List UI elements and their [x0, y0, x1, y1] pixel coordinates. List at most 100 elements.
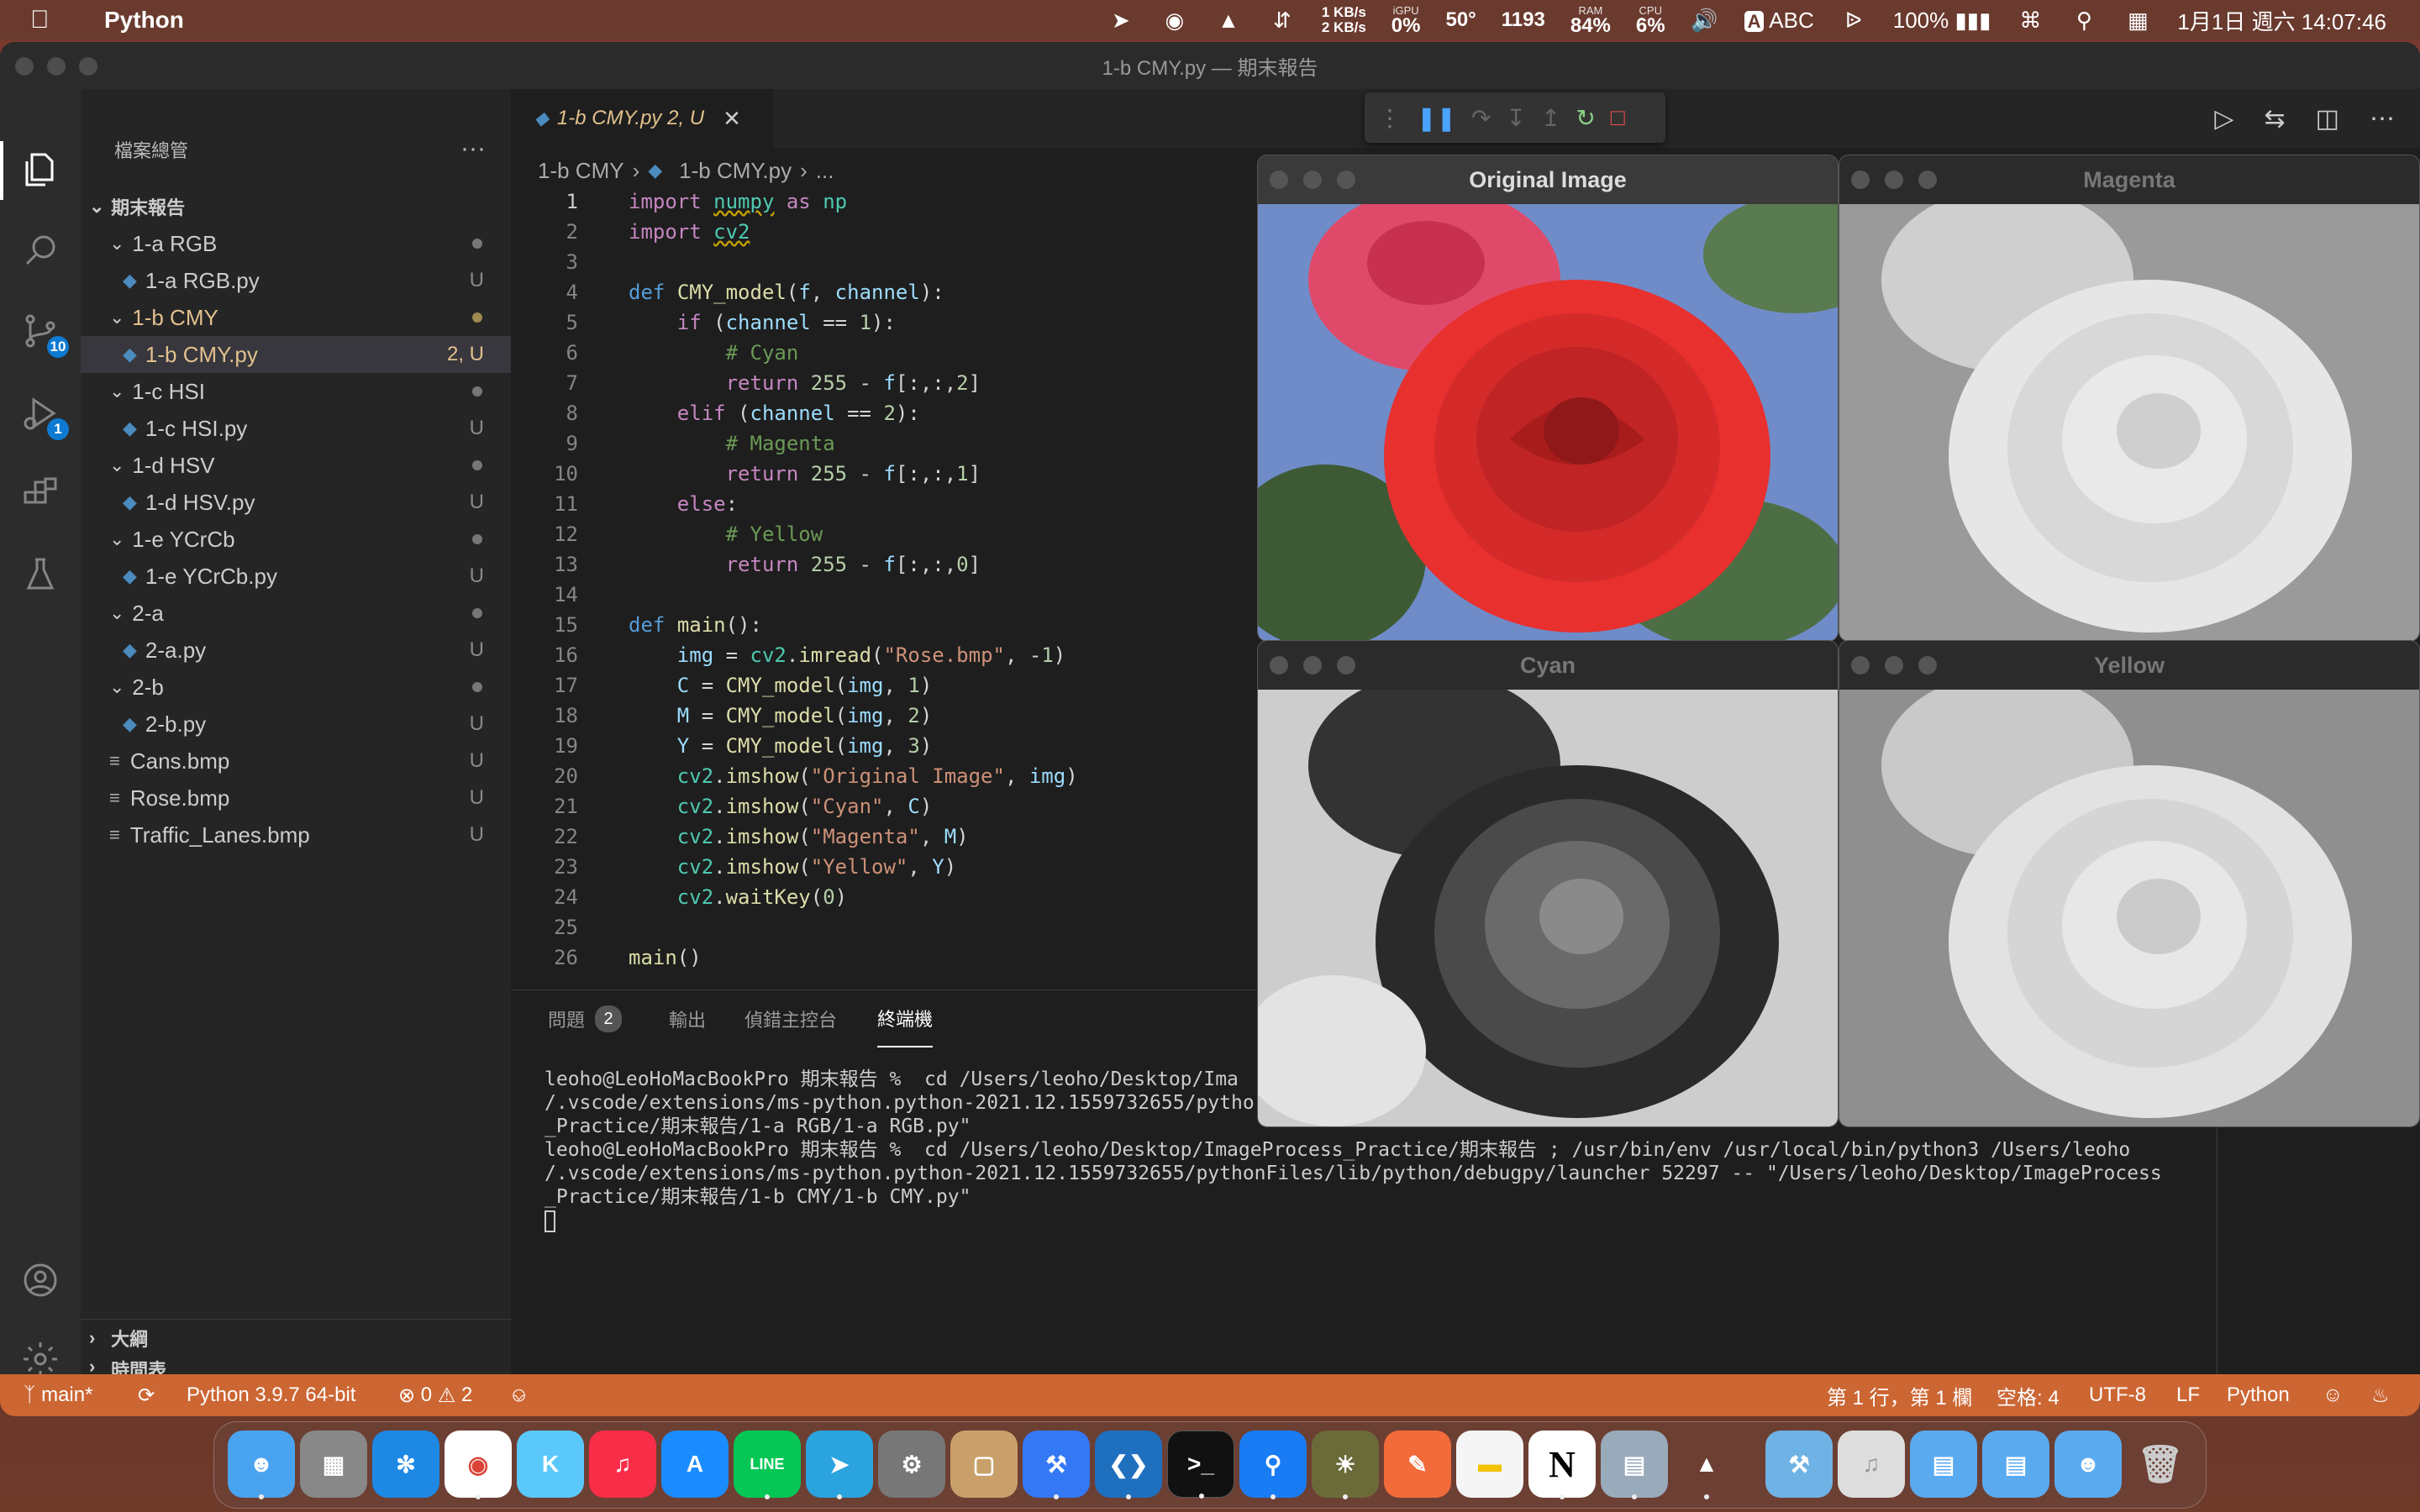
run-file-icon[interactable]: ▷: [2214, 104, 2233, 134]
language-mode[interactable]: Python: [2227, 1374, 2290, 1416]
restart-icon[interactable]: ↻: [1576, 104, 1595, 132]
tab-terminal[interactable]: 終端機: [877, 990, 934, 1047]
breadcrumb-file[interactable]: 1-b CMY.py: [679, 158, 792, 184]
magenta-image-window[interactable]: Magenta: [1839, 155, 2420, 642]
step-out-icon[interactable]: ↥: [1541, 104, 1560, 132]
folder-item[interactable]: ⌄ 1-e YCrCb: [81, 521, 511, 558]
file-item[interactable]: ◆ 1-e YCrCb.py U: [81, 558, 511, 595]
bluetooth-icon[interactable]: ᐉ: [1839, 6, 1868, 34]
music-icon[interactable]: ♫: [589, 1431, 656, 1498]
minimize-window-button[interactable]: [1885, 656, 1903, 675]
tab-output[interactable]: 輸出: [669, 990, 706, 1047]
window-titlebar[interactable]: Cyan: [1258, 641, 1838, 690]
run-debug-icon[interactable]: 1: [18, 391, 69, 440]
file-item[interactable]: ◆ 1-d HSV.py U: [81, 484, 511, 521]
network-speed[interactable]: 1 KB/s 2 KB/s: [1322, 5, 1366, 35]
folder-item[interactable]: ⌄ 2-b: [81, 669, 511, 706]
cursor-position[interactable]: 第 1 行，第 1 欄: [1827, 1374, 1972, 1416]
file-item[interactable]: ◆ 1-a RGB.py U: [81, 262, 511, 299]
temperature-stat[interactable]: 50°: [1445, 10, 1476, 30]
explorer-more-button[interactable]: ···: [460, 134, 486, 163]
file-item[interactable]: ≡ Cans.bmp U: [81, 743, 511, 780]
open-changes-icon[interactable]: ⇆: [2265, 104, 2286, 134]
spotlight-search-icon[interactable]: ⚲: [2070, 6, 2098, 34]
breadcrumb-symbol[interactable]: ...: [816, 158, 834, 184]
minimize-window-button[interactable]: [1885, 171, 1903, 189]
preview-icon[interactable]: ▤: [1601, 1431, 1668, 1499]
folder-item[interactable]: ⌄ 2-a: [81, 595, 511, 632]
zoom-window-button[interactable]: [79, 57, 97, 76]
window-titlebar[interactable]: Yellow: [1839, 641, 2419, 690]
encoding-setting[interactable]: UTF-8: [2089, 1374, 2146, 1416]
search-icon[interactable]: [18, 228, 62, 272]
archive-utility-icon[interactable]: ▢: [950, 1431, 1018, 1498]
yellow-image-window[interactable]: Yellow: [1839, 640, 2420, 1127]
stop-icon[interactable]: □: [1611, 104, 1625, 131]
testing-icon[interactable]: [18, 553, 62, 596]
folder-item[interactable]: ⌄ 1-d HSV: [81, 447, 511, 484]
more-actions-icon[interactable]: ⋯: [2370, 104, 2395, 134]
title-bar[interactable]: 1-b CMY.py — 期末報告: [0, 42, 2420, 89]
vscode-icon[interactable]: ❮❯: [1095, 1431, 1162, 1499]
file-item[interactable]: ≡ Rose.bmp U: [81, 780, 511, 816]
tab-problems[interactable]: 問題 2: [548, 990, 623, 1047]
cpu-stat[interactable]: CPU 6%: [1636, 5, 1665, 36]
maps-pin-icon[interactable]: ⚲: [1239, 1431, 1307, 1499]
battery-status[interactable]: 100% ▮▮▮: [1893, 8, 1991, 34]
folder-item[interactable]: ⌄ 1-a RGB: [81, 225, 511, 262]
problems-indicator[interactable]: ⊗ 0 ⚠ 2: [398, 1374, 472, 1416]
launchpad-icon[interactable]: ▦: [300, 1431, 367, 1498]
igpu-stat[interactable]: iGPU 0%: [1392, 5, 1421, 36]
close-window-button[interactable]: [1270, 171, 1288, 189]
minimize-window-button[interactable]: [47, 57, 66, 76]
original-image-window[interactable]: Original Image: [1257, 155, 1839, 642]
branch-indicator[interactable]: ᛉ main*: [24, 1374, 92, 1416]
file-item-selected[interactable]: ◆ 1-b CMY.py 2, U: [81, 336, 511, 373]
file-item[interactable]: ◆ 2-a.py U: [81, 632, 511, 669]
window-titlebar[interactable]: Original Image: [1258, 155, 1838, 204]
apple-menu-icon[interactable]: : [30, 6, 76, 34]
accounts-icon[interactable]: [18, 1258, 62, 1302]
wifi-icon[interactable]: ⌘: [2016, 6, 2044, 34]
workspace-root-folder[interactable]: ⌄ 期末報告: [81, 188, 511, 225]
file-item[interactable]: ◆ 2-b.py U: [81, 706, 511, 743]
trash-icon[interactable]: 🗑: [2127, 1431, 2194, 1498]
close-window-button[interactable]: [15, 57, 34, 76]
zoom-window-button[interactable]: [1918, 171, 1937, 189]
app-store-icon[interactable]: A: [661, 1431, 729, 1498]
finder-icon[interactable]: ☻: [228, 1431, 295, 1499]
input-source[interactable]: A ABC: [1744, 8, 1814, 34]
folder-icon[interactable]: ▤: [1910, 1431, 1977, 1498]
drive-icon[interactable]: ▲: [1214, 6, 1243, 34]
folder-item[interactable]: ⌄ 1-b CMY: [81, 299, 511, 336]
line-status-icon[interactable]: ◉: [1160, 6, 1189, 34]
shared-folder-icon[interactable]: ☻: [2054, 1431, 2122, 1498]
python-launcher-icon[interactable]: ▲: [1673, 1431, 1740, 1499]
fan-stat[interactable]: 1193: [1502, 10, 1545, 30]
editor-tab-active[interactable]: ◆ 1-b CMY.py 2, U ✕: [511, 89, 773, 148]
feedback-icon[interactable]: ☺: [2323, 1374, 2344, 1416]
volume-icon[interactable]: 🔊: [1691, 6, 1719, 34]
chrome-icon[interactable]: ◉: [445, 1431, 512, 1499]
utilities-folder-icon[interactable]: ⚒: [1765, 1431, 1833, 1498]
window-titlebar[interactable]: Magenta: [1839, 155, 2419, 204]
source-control-icon[interactable]: 10: [18, 309, 69, 358]
xcode-icon[interactable]: ⚒: [1023, 1431, 1090, 1499]
drag-handle-icon[interactable]: ⋮: [1378, 104, 1402, 132]
close-window-button[interactable]: [1851, 656, 1870, 675]
notion-icon[interactable]: N: [1528, 1431, 1596, 1499]
code-editor[interactable]: 1 import numpy as np 2 import cv2 3 4 def C…: [511, 186, 1267, 973]
direction-icon[interactable]: ➤: [1107, 6, 1135, 34]
outline-section[interactable]: › 大綱: [81, 1319, 511, 1356]
indent-setting[interactable]: 空格: 4: [1996, 1374, 2060, 1416]
zoom-window-button[interactable]: [1918, 656, 1937, 675]
tab-debug-console[interactable]: 偵錯主控台: [744, 990, 837, 1047]
close-tab-icon[interactable]: ✕: [723, 106, 741, 132]
telegram-icon[interactable]: ➤: [806, 1431, 873, 1499]
rocket-typist-icon[interactable]: ☀: [1312, 1431, 1379, 1499]
timeline-section[interactable]: › 時間表: [81, 1356, 511, 1381]
pencil-app-icon[interactable]: ✎: [1384, 1431, 1451, 1498]
menubar-clock[interactable]: 1月1日 週六 14:07:46: [2177, 5, 2386, 36]
close-window-button[interactable]: [1270, 656, 1288, 675]
sync-icon[interactable]: ⟳: [138, 1374, 155, 1416]
